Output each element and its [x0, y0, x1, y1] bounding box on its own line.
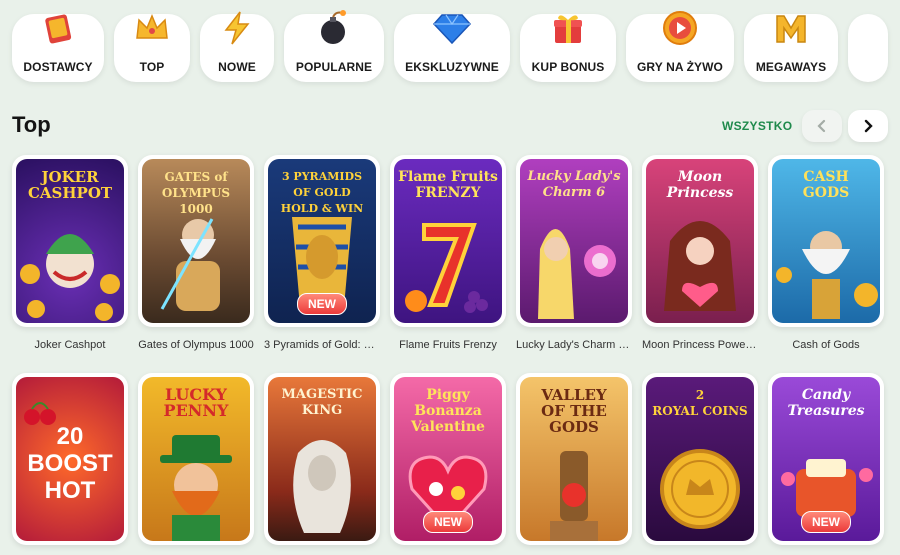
game-art: GATES of OLYMPUS 1000: [142, 159, 250, 323]
game-tile[interactable]: Lucky Lady's Charm 6 Lucky Lady's Charm …: [516, 155, 632, 353]
bomb-icon: [314, 8, 354, 48]
game-thumbnail: Lucky Lady's Charm 6: [516, 155, 632, 327]
game-thumbnail: Piggy Bonanza Valentine NEW: [390, 373, 506, 545]
game-art-title: VALLEY OF THE GODS: [541, 386, 607, 436]
game-art-title: Moon Princess: [666, 169, 734, 201]
game-thumbnail: Flame Fruits FRENZY: [390, 155, 506, 327]
game-art: 20 BOOST HOT: [16, 377, 124, 541]
game-tile[interactable]: Piggy Bonanza Valentine NEW: [390, 373, 506, 555]
carousel-next-button[interactable]: [848, 110, 888, 142]
game-thumbnail: Candy Treasures NEW: [768, 373, 884, 545]
game-art: Candy Treasures NEW: [772, 377, 880, 541]
category-popular[interactable]: POPULARNE: [284, 10, 384, 82]
game-tile[interactable]: Flame Fruits FRENZY Flame Fruits Frenzy: [390, 155, 506, 353]
game-art: CASH GODS: [772, 159, 880, 323]
game-art-title: Piggy Bonanza Valentine: [411, 387, 485, 435]
game-thumbnail: 2 ROYAL COINS: [642, 373, 758, 545]
game-tile[interactable]: 3 PYRAMIDS OF GOLD HOLD & WIN NEW 3 Pyra…: [264, 155, 380, 353]
m-letter-icon: [771, 8, 811, 48]
game-art: JOKER CASHPOT: [16, 159, 124, 323]
game-thumbnail: VALLEY OF THE GODS: [516, 373, 632, 545]
game-name: Cash of Gods: [792, 339, 860, 351]
game-name: Lucky Lady's Charm De...: [516, 339, 632, 351]
see-all-link[interactable]: WSZYSTKO: [722, 119, 792, 133]
new-badge: NEW: [801, 511, 851, 533]
category-strip: DOSTAWCY TOP NOWE POPULARNE EKSKLUZYWNE …: [12, 6, 888, 82]
game-art: Moon Princess: [646, 159, 754, 323]
carousel-prev-button[interactable]: [802, 110, 842, 142]
game-tile[interactable]: Moon Princess Moon Princess Power o...: [642, 155, 758, 353]
category-new[interactable]: NOWE: [200, 11, 274, 82]
gift-icon: [548, 8, 588, 48]
game-art: 3 PYRAMIDS OF GOLD HOLD & WIN NEW: [268, 159, 376, 323]
game-tile[interactable]: LUCKY PENNY: [138, 373, 254, 555]
game-tile[interactable]: VALLEY OF THE GODS: [516, 373, 632, 555]
game-art-title: Flame Fruits FRENZY: [398, 169, 498, 201]
new-badge: NEW: [423, 511, 473, 533]
game-name: Moon Princess Power o...: [642, 339, 758, 351]
chevron-left-icon: [817, 119, 826, 133]
game-art-title: CASH GODS: [802, 169, 850, 201]
game-art: Lucky Lady's Charm 6: [520, 159, 628, 323]
chevron-right-icon: [864, 119, 873, 133]
game-name: 3 Pyramids of Gold: Hol...: [264, 339, 380, 351]
category-exclusive[interactable]: EKSKLUZYWNE: [394, 14, 510, 82]
play-icon: [660, 8, 700, 48]
game-thumbnail: 20 BOOST HOT: [12, 373, 128, 545]
category-providers[interactable]: DOSTAWCY: [12, 14, 104, 82]
category-megaways[interactable]: MEGAWAYS: [744, 14, 838, 82]
game-thumbnail: Moon Princess: [642, 155, 758, 327]
game-thumbnail: MAGESTIC KING: [264, 373, 380, 545]
game-art-title: 20 BOOST HOT: [27, 423, 113, 504]
category-live-games[interactable]: GRY NA ŻYWO: [626, 11, 734, 82]
game-tile[interactable]: 2 ROYAL COINS: [642, 373, 758, 555]
game-grid: JOKER CASHPOT Joker Cashpot GATES of OLY…: [12, 155, 884, 555]
lightning-icon: [217, 8, 257, 48]
game-tile[interactable]: Candy Treasures NEW: [768, 373, 884, 555]
game-art-title: Lucky Lady's Charm 6: [527, 169, 621, 200]
game-name: Flame Fruits Frenzy: [399, 339, 497, 351]
game-thumbnail: GATES of OLYMPUS 1000: [138, 155, 254, 327]
game-art: 2 ROYAL COINS: [646, 377, 754, 541]
category-more[interactable]: [848, 14, 888, 82]
new-badge: NEW: [297, 293, 347, 315]
game-art: VALLEY OF THE GODS: [520, 377, 628, 541]
book-icon: [38, 8, 78, 48]
game-tile[interactable]: 20 BOOST HOT: [12, 373, 128, 555]
diamond-icon: [432, 8, 472, 48]
game-tile[interactable]: CASH GODS Cash of Gods: [768, 155, 884, 353]
game-thumbnail: JOKER CASHPOT: [12, 155, 128, 327]
game-thumbnail: LUCKY PENNY: [138, 373, 254, 545]
game-thumbnail: 3 PYRAMIDS OF GOLD HOLD & WIN NEW: [264, 155, 380, 327]
game-tile[interactable]: JOKER CASHPOT Joker Cashpot: [12, 155, 128, 353]
game-art-title: MAGESTIC KING: [281, 387, 363, 418]
game-name: Gates of Olympus 1000: [138, 339, 254, 351]
game-thumbnail: CASH GODS: [768, 155, 884, 327]
game-tile[interactable]: GATES of OLYMPUS 1000 Gates of Olympus 1…: [138, 155, 254, 353]
game-art: LUCKY PENNY: [142, 377, 250, 541]
game-name: Joker Cashpot: [34, 339, 106, 351]
category-buy-bonus[interactable]: KUP BONUS: [520, 14, 616, 82]
game-art: MAGESTIC KING: [268, 377, 376, 541]
section-title: Top: [12, 112, 51, 137]
game-tile[interactable]: MAGESTIC KING: [264, 373, 380, 555]
category-top[interactable]: TOP: [114, 14, 190, 82]
game-art: Piggy Bonanza Valentine NEW: [394, 377, 502, 541]
game-art-title: 2 ROYAL COINS: [652, 388, 748, 418]
crown-icon: [132, 8, 172, 48]
game-art-title: JOKER CASHPOT: [27, 168, 113, 202]
game-art: Flame Fruits FRENZY: [394, 159, 502, 323]
game-art-title: Candy Treasures: [787, 387, 865, 419]
game-art-title: LUCKY PENNY: [163, 385, 229, 420]
